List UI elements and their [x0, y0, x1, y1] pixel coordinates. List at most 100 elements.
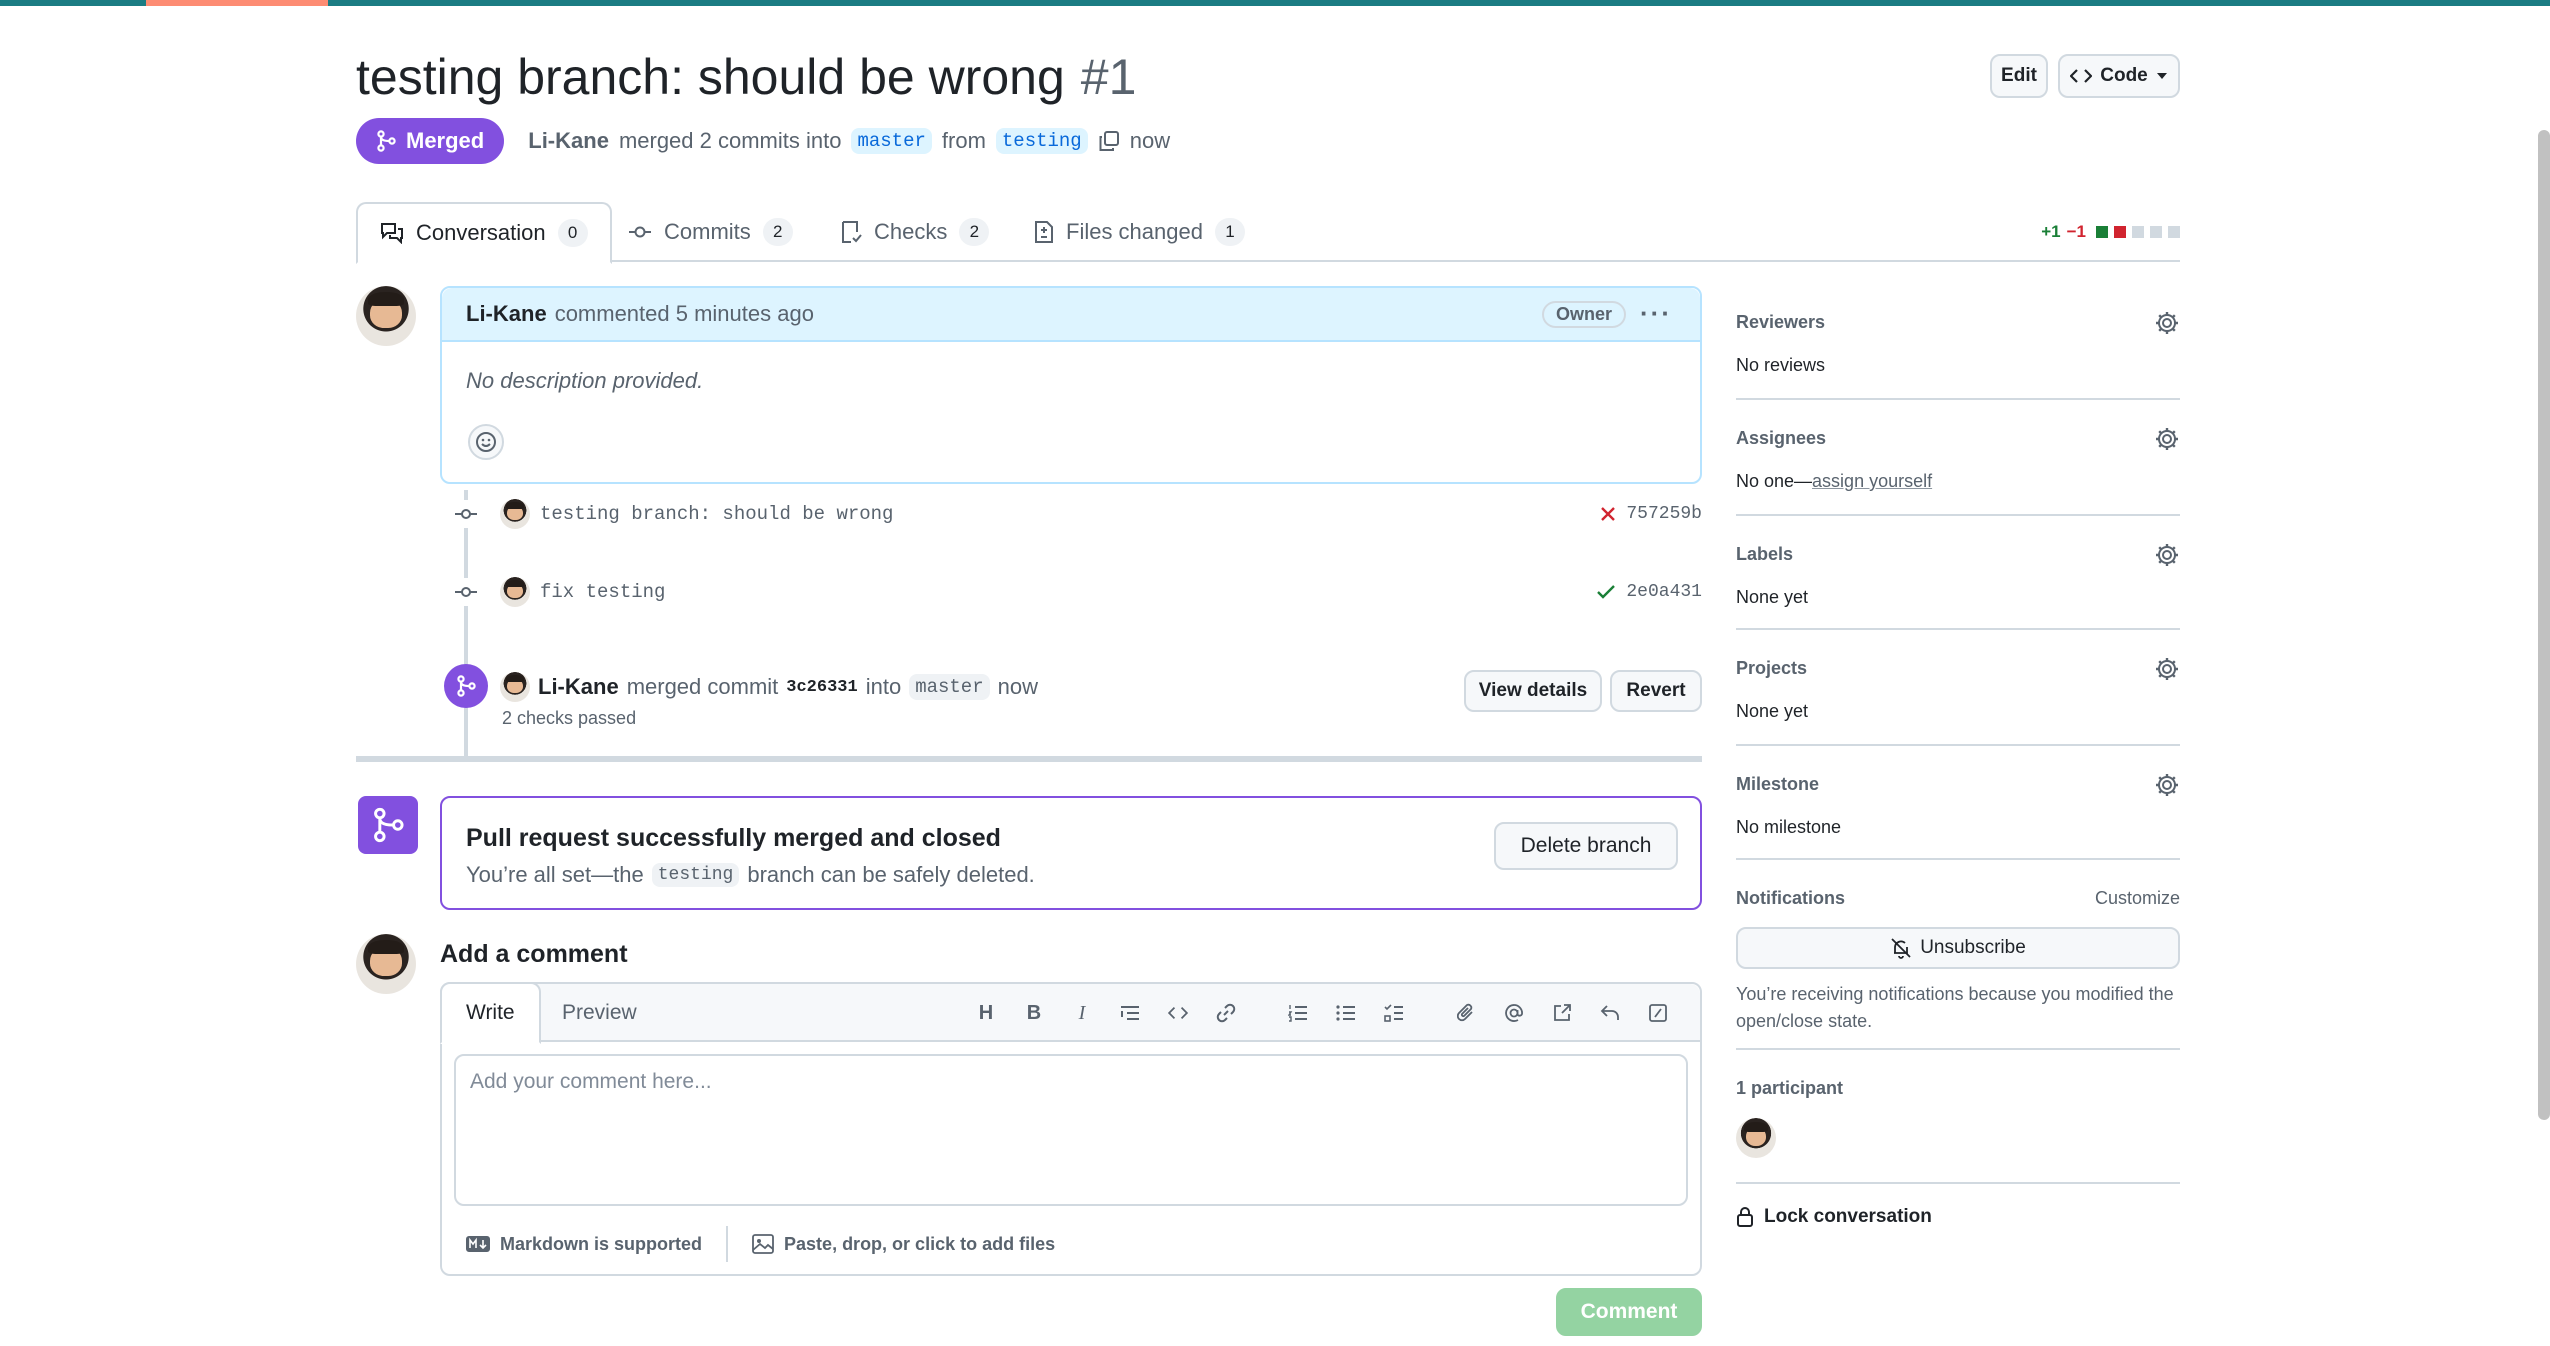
slash-command-icon[interactable] — [1634, 996, 1682, 1030]
comment-editor: Write Preview H B I Add your comment her… — [440, 982, 1702, 1276]
image-icon — [752, 1234, 774, 1254]
milestone-value: No milestone — [1736, 817, 1842, 837]
files-note: Paste, drop, or click to add files — [784, 1233, 1056, 1254]
assignees-value-row: No one—assign yourself — [1736, 471, 2180, 492]
pr-sidebar: Reviewers No reviews Assignees No one—as… — [1736, 300, 2180, 1228]
merge-commit-sha[interactable]: 3c26331 — [786, 678, 857, 697]
from-text: from — [941, 128, 986, 153]
page-scrollbar[interactable] — [2538, 130, 2550, 1120]
git-merge-icon — [377, 130, 396, 152]
comment-body: No description provided. — [466, 368, 704, 393]
labels-title[interactable]: Labels — [1736, 544, 2180, 565]
merged-status-text: You’re all set—the testing branch can be… — [466, 862, 1035, 888]
task-list-icon[interactable] — [1370, 996, 1418, 1030]
comment-author[interactable]: Li-Kane — [466, 301, 547, 327]
merged-badge-label: Merged — [406, 128, 485, 153]
comment-textarea[interactable]: Add your comment here... — [454, 1054, 1688, 1206]
add-comment-heading: Add a comment — [440, 940, 628, 968]
heading-icon[interactable]: H — [962, 996, 1010, 1030]
commit-sha[interactable]: 2e0a431 — [1626, 582, 1702, 602]
assign-yourself-link[interactable]: assign yourself — [1812, 471, 1932, 491]
top-progress-bar — [0, 0, 2550, 6]
owner-badge: Owner — [1541, 301, 1626, 328]
diffstat-additions: +1 — [2041, 222, 2061, 241]
ordered-list-icon[interactable] — [1274, 996, 1322, 1030]
link-icon[interactable] — [1202, 996, 1250, 1030]
markdown-icon — [466, 1236, 490, 1252]
cross-reference-icon[interactable] — [1538, 996, 1586, 1030]
merged-commits-text: merged 2 commits into — [618, 128, 842, 153]
merge-author[interactable]: Li-Kane — [538, 674, 619, 700]
tab-files-changed[interactable]: Files changed 1 — [1034, 202, 1245, 262]
reviewers-title[interactable]: Reviewers — [1736, 312, 2180, 333]
revert-button[interactable]: Revert — [1610, 670, 1702, 712]
milestone-title[interactable]: Milestone — [1736, 774, 2180, 795]
commit-message[interactable]: testing branch: should be wrong — [540, 503, 893, 525]
checks-passed-text[interactable]: 2 checks passed — [502, 708, 636, 729]
avatar[interactable] — [356, 934, 416, 994]
avatar[interactable] — [500, 577, 530, 607]
tab-commits[interactable]: Commits 2 — [628, 202, 793, 262]
gear-icon[interactable] — [2154, 772, 2180, 798]
header-actions: Edit Code — [1990, 54, 2180, 98]
kebab-menu-icon[interactable]: ··· — [1640, 300, 1672, 326]
avatar[interactable] — [500, 672, 530, 702]
paperclip-icon[interactable] — [1442, 996, 1490, 1030]
mention-icon[interactable] — [1490, 996, 1538, 1030]
avatar[interactable] — [500, 499, 530, 529]
bold-icon[interactable]: B — [1010, 996, 1058, 1030]
lock-conversation-link[interactable]: Lock conversation — [1736, 1184, 2180, 1228]
copy-icon[interactable] — [1098, 130, 1120, 152]
code-icon[interactable] — [1154, 996, 1202, 1030]
pr-title-row: testing branch: should be wrong #1 — [356, 48, 1136, 106]
editor-tabs: Write Preview H B I — [440, 982, 1700, 1044]
add-reaction-button[interactable] — [468, 424, 504, 460]
merged-branch-tag[interactable]: testing — [651, 863, 740, 887]
comment-meta[interactable]: commented 5 minutes ago — [555, 301, 814, 327]
quote-icon[interactable] — [1106, 996, 1154, 1030]
tab-checks[interactable]: Checks 2 — [840, 202, 990, 262]
comment-submit-button[interactable]: Comment — [1556, 1288, 1702, 1336]
tab-conversation[interactable]: Conversation 0 — [356, 202, 612, 264]
gear-icon[interactable] — [2154, 310, 2180, 336]
diffstat-block-neutral — [2168, 226, 2180, 238]
unsubscribe-button[interactable]: Unsubscribe — [1736, 927, 2180, 969]
avatar[interactable] — [1736, 1118, 1776, 1158]
code-label: Code — [2100, 65, 2148, 86]
edit-button[interactable]: Edit — [1990, 54, 2048, 98]
pr-author-link[interactable]: Li-Kane — [528, 128, 609, 154]
unordered-list-icon[interactable] — [1322, 996, 1370, 1030]
check-icon[interactable] — [1596, 584, 1616, 600]
delete-branch-button[interactable]: Delete branch — [1494, 822, 1678, 870]
tab-preview[interactable]: Preview — [538, 984, 661, 1042]
commit-sha[interactable]: 757259b — [1626, 504, 1702, 524]
gear-icon[interactable] — [2154, 426, 2180, 452]
base-branch-tag[interactable]: master — [851, 128, 932, 154]
tab-commits-label: Commits — [664, 219, 751, 244]
merge-branch-tag[interactable]: master — [909, 674, 990, 700]
code-button[interactable]: Code — [2058, 54, 2180, 98]
merged-status-box: Pull request successfully merged and clo… — [440, 796, 1702, 910]
assignees-title[interactable]: Assignees — [1736, 428, 2180, 449]
markdown-link[interactable]: Markdown is supported — [466, 1234, 702, 1255]
tab-commits-count: 2 — [762, 218, 793, 246]
gear-icon[interactable] — [2154, 656, 2180, 682]
gear-icon[interactable] — [2154, 542, 2180, 568]
italic-icon[interactable]: I — [1058, 996, 1106, 1030]
view-details-button[interactable]: View details — [1464, 670, 1602, 712]
commit-message[interactable]: fix testing — [540, 581, 665, 603]
avatar[interactable] — [356, 286, 416, 346]
git-merge-icon — [358, 796, 418, 854]
tab-write[interactable]: Write — [440, 982, 541, 1044]
customize-link[interactable]: Customize — [2095, 888, 2180, 909]
x-icon[interactable] — [1600, 506, 1616, 522]
merge-event: Li-Kane merged commit 3c26331 into maste… — [444, 664, 1702, 734]
list-item: fix testing 2e0a431 — [452, 572, 1702, 612]
sidebar-reviewers: Reviewers No reviews — [1736, 300, 2180, 400]
projects-title[interactable]: Projects — [1736, 658, 2180, 679]
reply-icon[interactable] — [1586, 996, 1634, 1030]
comment-discussion-icon — [381, 223, 403, 244]
footer-divider — [726, 1226, 729, 1262]
head-branch-tag[interactable]: testing — [995, 128, 1088, 154]
attach-files-button[interactable]: Paste, drop, or click to add files — [752, 1234, 1055, 1255]
